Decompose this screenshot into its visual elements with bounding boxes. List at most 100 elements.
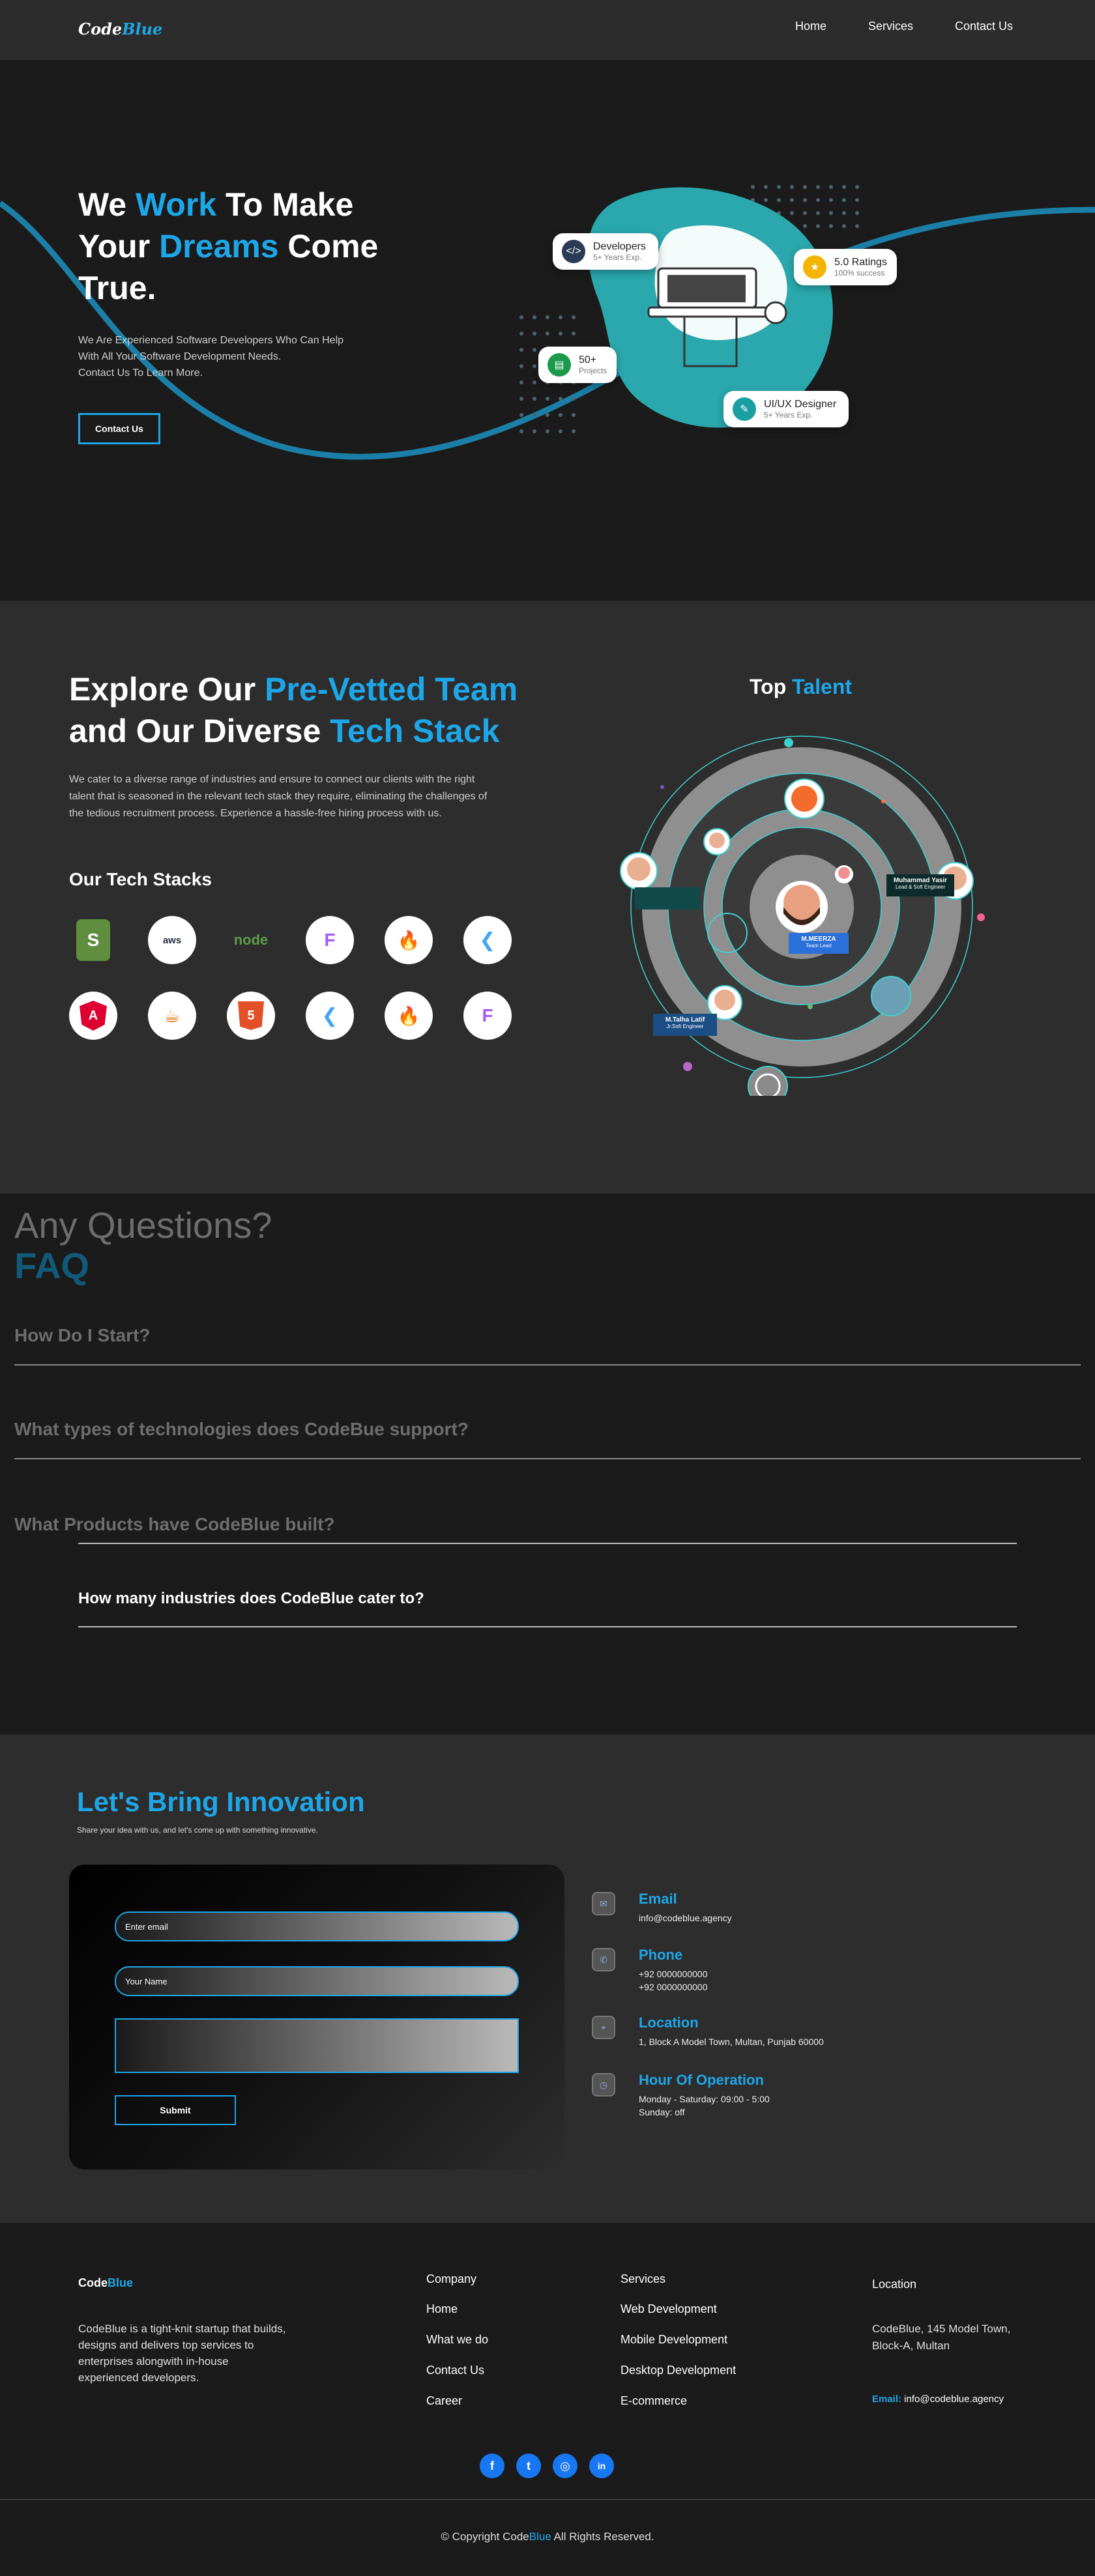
contact-info-title: Phone [639, 1947, 683, 1963]
html5-glyph: 5 [238, 1001, 264, 1030]
contact-info-text: Sunday: off [639, 2107, 685, 2117]
top-talent-text: Top [750, 675, 793, 698]
site-footer: CodeBlue CodeBlue is a tight-knit startu… [0, 2223, 1095, 2576]
message-textarea[interactable] [115, 2018, 519, 2073]
contact-info-text: info@codeblue.agency [639, 1913, 732, 1923]
footer-logo[interactable]: CodeBlue [78, 2276, 133, 2290]
talent-role: Jr.Soft Engineer [666, 1023, 704, 1029]
twitter-icon[interactable]: t [516, 2454, 541, 2478]
footer-address-line: Block-A, Multan [872, 2340, 950, 2352]
badge-title: 50+ [579, 354, 597, 365]
instagram-glyph: ◎ [560, 2459, 570, 2472]
talent-card-talha: M.Talha Latif Jr.Soft Engineer [653, 1014, 717, 1036]
team-description-line: the tedious recruitment process. Experie… [69, 808, 442, 819]
footer-about-line: enterprises alongwith in-house [78, 2355, 229, 2368]
footer-link-desktop[interactable]: Desktop Development [620, 2364, 736, 2377]
hero-title-text: Come [278, 228, 379, 265]
faq-title: FAQ [14, 1245, 90, 1286]
footer-about-line: experienced developers. [78, 2371, 199, 2384]
angular-glyph: A [80, 1001, 107, 1031]
contact-info-title: Hour Of Operation [639, 2072, 764, 2088]
hero-subtitle-line: With All Your Software Development Needs… [78, 351, 282, 362]
nav-contact[interactable]: Contact Us [955, 20, 1013, 33]
faq-question[interactable]: What types of technologies does CodeBue … [14, 1419, 469, 1440]
site-header: CodeBlue Home Services Contact Us [0, 0, 1095, 60]
contact-title: Let's Bring Innovation [77, 1786, 365, 1817]
faq-divider [14, 1458, 1081, 1459]
footer-link-home[interactable]: Home [426, 2302, 458, 2316]
footer-link-mobile[interactable]: Mobile Development [620, 2333, 727, 2347]
figma-glyph: F [324, 930, 336, 950]
contact-info-text: 1, Block A Model Town, Multan, Punjab 60… [639, 2037, 824, 2047]
talent-name: Muhammad Yasir [893, 877, 948, 884]
team-description-line: We cater to a diverse range of industrie… [69, 774, 475, 785]
footer-link-ecommerce[interactable]: E-commerce [620, 2394, 687, 2408]
footer-about-line: CodeBlue is a tight-knit startup that bu… [78, 2323, 286, 2335]
badge-subtitle: Projects [579, 366, 607, 375]
footer-email-label: Email: [872, 2394, 902, 2405]
footer-email[interactable]: Email: info@codeblue.agency [872, 2394, 1004, 2405]
aws-icon: aws [148, 916, 196, 964]
team-title-highlight: Tech Stack [330, 713, 500, 749]
project-icon: ▤ [548, 353, 571, 377]
faq-divider [78, 1626, 1017, 1627]
faq-question[interactable]: How Do I Start? [14, 1325, 150, 1346]
firebase-icon: 🔥 [385, 916, 433, 964]
badge-title: UI/UX Designer [764, 399, 837, 410]
hero-section: We Work To Make Your Dreams Come True. W… [0, 60, 1095, 601]
logo-part-code: Code [78, 2276, 108, 2289]
copyright-brand: Blue [529, 2530, 551, 2543]
node-glyph: node [233, 932, 269, 948]
shopify-glyph: S [76, 919, 110, 961]
talent-name: M.Talha Latif [665, 1016, 705, 1023]
linkedin-glyph: in [597, 2461, 606, 2471]
talent-card-lead: M.MEERZA Team Lead [789, 933, 849, 954]
footer-link-career[interactable]: Career [426, 2394, 462, 2408]
flutter-glyph: ❮ [479, 929, 496, 951]
hero-contact-button[interactable]: Contact Us [78, 413, 160, 444]
submit-button[interactable]: Submit [115, 2095, 236, 2125]
contact-info-text: +92 0000000000 [639, 1969, 708, 1979]
nav-services[interactable]: Services [868, 20, 913, 33]
flutter-glyph: ❮ [321, 1005, 338, 1027]
facebook-icon[interactable]: f [480, 2454, 504, 2478]
talent-role: Lead & Soft Engineer [895, 884, 946, 890]
footer-link-contact[interactable]: Contact Us [426, 2364, 484, 2377]
email-input[interactable]: Enter email [115, 1911, 519, 1941]
team-description-line: talent that is seasoned in the relevant … [69, 791, 488, 802]
nav-home[interactable]: Home [795, 20, 826, 33]
footer-address: CodeBlue, 145 Model Town, Block-A, Multa… [872, 2321, 1010, 2354]
top-talent-title: Top Talent [750, 675, 852, 699]
logo[interactable]: CodeBlue [78, 20, 162, 38]
node-icon: node [227, 916, 275, 964]
hero-subtitle-line: We Are Experienced Software Developers W… [78, 335, 344, 346]
linkedin-icon[interactable]: in [589, 2454, 614, 2478]
footer-link-what-we-do[interactable]: What we do [426, 2333, 488, 2347]
instagram-icon[interactable]: ◎ [553, 2454, 577, 2478]
team-section: Explore Our Pre-Vetted Team and Our Dive… [0, 601, 1095, 1194]
footer-heading-company: Company [426, 2272, 477, 2285]
badge-subtitle: 5+ Years Exp. [593, 253, 642, 262]
shopify-icon: S [69, 916, 117, 964]
twitter-glyph: t [527, 2459, 531, 2472]
mail-icon: ✉ [592, 1892, 615, 1915]
hero-title-highlight: Work [136, 186, 217, 223]
top-talent-highlight: Talent [792, 675, 853, 698]
figma-icon: F [463, 992, 512, 1040]
footer-about: CodeBlue is a tight-knit startup that bu… [78, 2321, 285, 2386]
hero-title-text: Your [78, 228, 160, 265]
name-input[interactable]: Your Name [115, 1966, 519, 1996]
footer-link-web[interactable]: Web Development [620, 2302, 717, 2316]
firebase-glyph: 🔥 [397, 930, 420, 951]
faq-question[interactable]: What Products have CodeBlue built? [14, 1514, 335, 1535]
hero-title-highlight: Dreams [159, 228, 279, 265]
hero-title-text: We [78, 186, 136, 223]
design-icon: ✎ [733, 397, 756, 421]
faq-question-active[interactable]: How many industries does CodeBlue cater … [78, 1590, 424, 1608]
copyright-text: All Rights Reserved. [551, 2530, 654, 2543]
contact-info-title: Location [639, 2014, 699, 2031]
copyright: © Copyright CodeBlue All Rights Reserved… [0, 2530, 1095, 2543]
faq-divider [14, 1364, 1081, 1366]
firebase-glyph: 🔥 [397, 1005, 420, 1026]
badge-subtitle: 100% success [834, 268, 885, 278]
